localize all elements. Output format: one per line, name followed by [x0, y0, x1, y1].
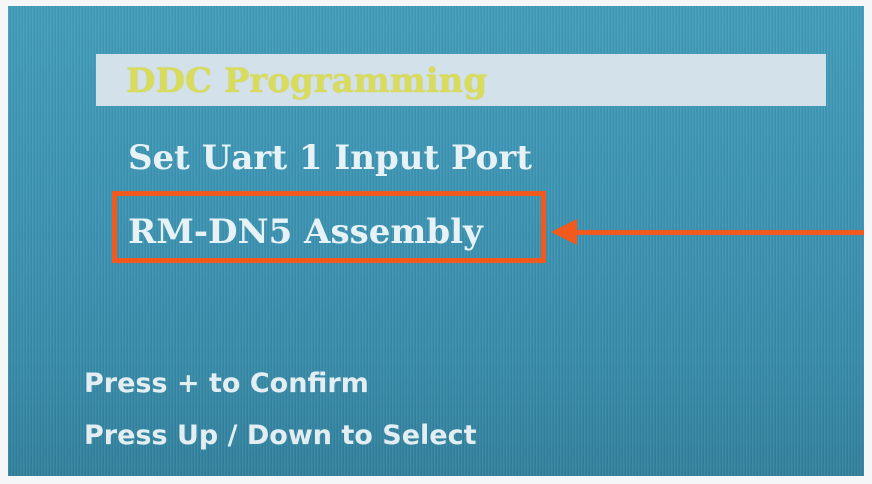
photo-frame: DDC Programming Set Uart 1 Input Port RM… — [0, 0, 872, 484]
menu-item-ddc-programming[interactable]: DDC Programming — [96, 54, 826, 106]
annotation-highlight-box — [112, 191, 546, 263]
menu-item-set-uart-input-port[interactable]: Set Uart 1 Input Port — [128, 138, 532, 178]
menu-item-label: DDC Programming — [126, 61, 488, 101]
hint-select: Press Up / Down to Select — [84, 420, 477, 451]
hint-confirm: Press + to Confirm — [84, 368, 369, 399]
annotation-arrow-line — [574, 230, 864, 235]
osd-screen: DDC Programming Set Uart 1 Input Port RM… — [8, 6, 864, 476]
